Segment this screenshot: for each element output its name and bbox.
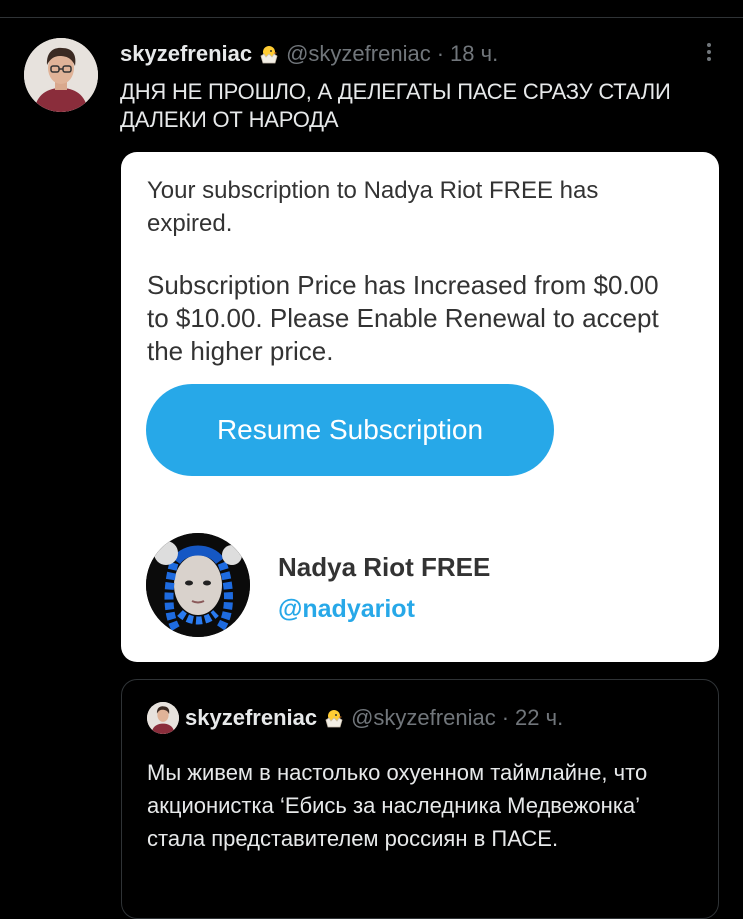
- top-divider: [0, 17, 743, 18]
- creator-name: Nadya Riot FREE: [278, 552, 491, 582]
- creator-avatar: [146, 533, 250, 637]
- quoted-tweet[interactable]: skyzefreniac @skyzefreniac · 22 ч. Мы жи…: [121, 679, 719, 919]
- author-name[interactable]: skyzefreniac: [120, 41, 252, 67]
- tweet-header: skyzefreniac @skyzefreniac · 18 ч.: [120, 40, 703, 68]
- resume-subscription-button[interactable]: Resume Subscription: [146, 384, 554, 476]
- quoted-author-avatar: [147, 702, 179, 734]
- quoted-author-name: skyzefreniac: [185, 705, 318, 730]
- separator-dot: ·: [436, 41, 445, 66]
- quoted-separator-dot: ·: [501, 705, 510, 730]
- author-avatar[interactable]: [24, 38, 98, 112]
- quoted-tweet-timestamp: 22 ч.: [515, 705, 564, 730]
- price-increase-notice: Subscription Price has Increased from $0…: [147, 270, 659, 366]
- hatching-chick-emoji: [323, 707, 345, 729]
- subscription-expired-notice: Your subscription to Nadya Riot FREE has…: [147, 177, 599, 237]
- quoted-author-handle: @skyzefreniac: [351, 705, 496, 730]
- quoted-tweet-header: skyzefreniac @skyzefreniac · 22 ч.: [147, 702, 563, 734]
- hatching-chick-emoji: [258, 43, 280, 65]
- tweet-text: ДНЯ НЕ ПРОШЛО, А ДЕЛЕГАТЫ ПАСЕ СРАЗУ СТА…: [120, 79, 671, 132]
- screenshot-card[interactable]: Your subscription to Nadya Riot FREE has…: [121, 152, 719, 662]
- author-handle[interactable]: @skyzefreniac: [286, 41, 431, 67]
- creator-handle: @nadyariot: [278, 595, 415, 623]
- more-vertical-icon[interactable]: [699, 40, 719, 68]
- tweet-timestamp[interactable]: 18 ч.: [450, 41, 498, 67]
- quoted-tweet-text: Мы живем в настолько охуенном таймлайне,…: [147, 760, 648, 851]
